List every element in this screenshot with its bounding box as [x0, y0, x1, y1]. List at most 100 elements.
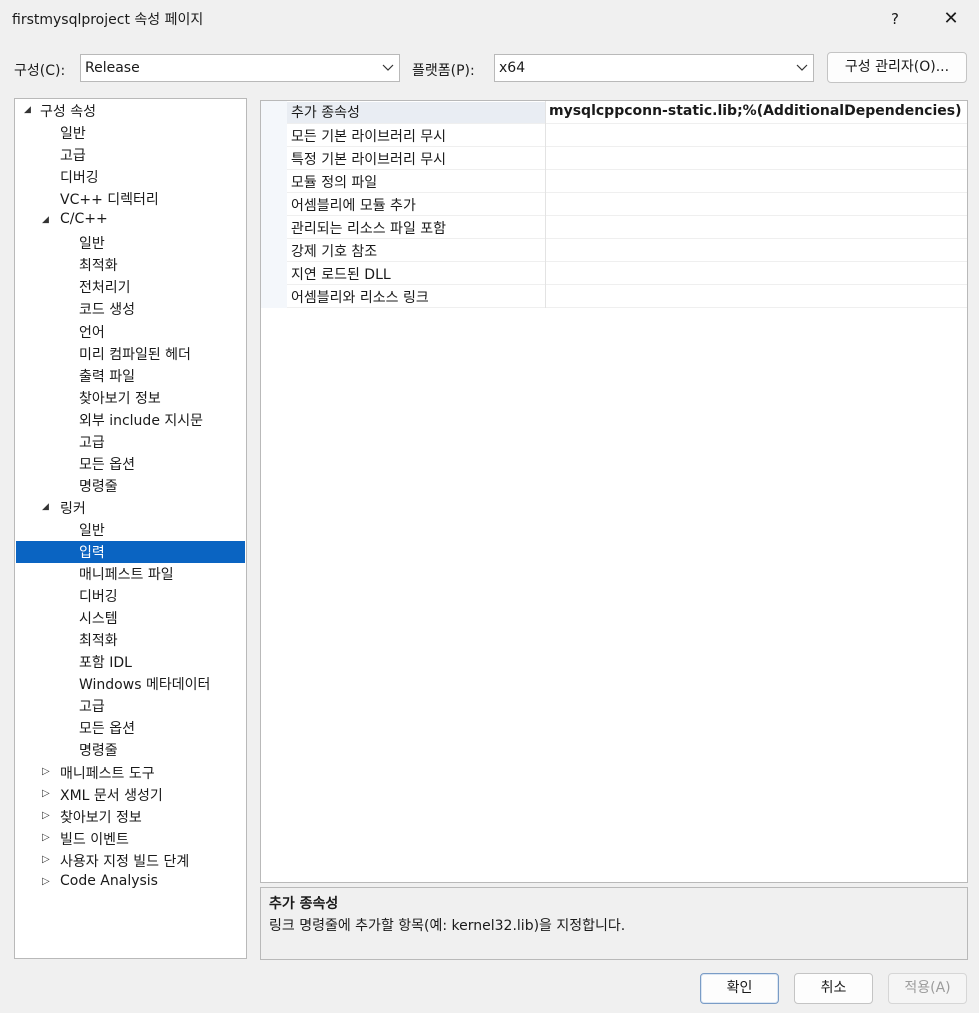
tree-item[interactable]: 명령줄 — [16, 739, 245, 761]
tree-item[interactable]: 최적화 — [16, 629, 245, 651]
property-tree[interactable]: ◢ 구성 속성 일반 고급 디버깅 VC++ 디렉터리 ◢ C/C++ 일반 최적화 전처리기 코드 … — [14, 98, 247, 959]
tree-item[interactable]: ▷ 찾아보기 정보 — [16, 806, 245, 828]
tree-item-label: 미리 컴파일된 헤더 — [79, 346, 191, 363]
property-row[interactable]: 추가 종속성 mysqlcppconn-static.lib;%(Addition… — [261, 101, 967, 124]
expand-arrow-icon[interactable]: ▷ — [42, 854, 52, 866]
tree-item-label: 언어 — [79, 324, 105, 341]
property-row[interactable]: 모듈 정의 파일 — [261, 170, 967, 193]
tree-item[interactable]: 입력 — [16, 541, 245, 563]
tree-item[interactable]: 포함 IDL — [16, 651, 245, 673]
tree-item[interactable]: 고급 — [16, 695, 245, 717]
tree-item[interactable]: 미리 컴파일된 헤더 — [16, 343, 245, 365]
tree-item[interactable]: ▷ XML 문서 생성기 — [16, 784, 245, 806]
tree-item-label: 찾아보기 정보 — [60, 809, 142, 826]
row-gutter — [261, 124, 287, 147]
column-divider — [545, 170, 546, 193]
expand-arrow-icon[interactable]: ▷ — [42, 876, 52, 888]
config-manager-button[interactable]: 구성 관리자(O)... — [827, 52, 967, 83]
row-gutter — [261, 101, 287, 124]
expand-arrow-icon[interactable]: ▷ — [42, 810, 52, 822]
help-button[interactable]: ? — [880, 5, 910, 33]
tree-item[interactable]: 모든 옵션 — [16, 717, 245, 739]
tree-item-label: 일반 — [60, 126, 86, 143]
property-row[interactable]: 모든 기본 라이브러리 무시 — [261, 124, 967, 147]
tree-item[interactable]: ▷ 빌드 이벤트 — [16, 828, 245, 850]
expand-arrow-icon[interactable]: ▷ — [42, 766, 52, 778]
tree-item[interactable]: Windows 메타데이터 — [16, 673, 245, 695]
chevron-down-icon — [796, 64, 808, 71]
tree-item-label: Windows 메타데이터 — [79, 677, 211, 694]
property-row[interactable]: 강제 기호 참조 — [261, 239, 967, 262]
config-value: Release — [85, 60, 140, 76]
tree-item[interactable]: 디버깅 — [16, 585, 245, 607]
tree-item-label: 구성 속성 — [40, 104, 96, 120]
tree-item-label: Code Analysis — [60, 872, 158, 889]
tree-item[interactable]: ▷ 사용자 지정 빌드 단계 — [16, 850, 245, 872]
tree-item[interactable]: 고급 — [16, 431, 245, 453]
tree-item-label: 모든 옵션 — [79, 456, 135, 473]
property-value[interactable]: mysqlcppconn-static.lib;%(AdditionalDepe… — [549, 103, 962, 119]
close-button[interactable]: ✕ — [936, 5, 966, 33]
row-gutter — [261, 262, 287, 285]
property-grid[interactable]: 추가 종속성 mysqlcppconn-static.lib;%(Addition… — [260, 100, 968, 883]
tree-item[interactable]: 고급 — [16, 144, 245, 166]
property-row[interactable]: 지연 로드된 DLL — [261, 262, 967, 285]
tree-item[interactable]: 일반 — [16, 122, 245, 144]
tree-item[interactable]: 일반 — [16, 519, 245, 541]
property-row[interactable]: 관리되는 리소스 파일 포함 — [261, 216, 967, 239]
tree-item[interactable]: ◢ 구성 속성 — [16, 100, 245, 122]
tree-item[interactable]: 전처리기 — [16, 276, 245, 298]
tree-item-label: 명령줄 — [79, 743, 118, 760]
property-row[interactable]: 특정 기본 라이브러리 무시 — [261, 147, 967, 170]
tree-item[interactable]: 디버깅 — [16, 166, 245, 188]
tree-item[interactable]: 명령줄 — [16, 475, 245, 497]
tree-item-label: 링커 — [60, 500, 86, 517]
tree-item[interactable]: 매니페스트 파일 — [16, 563, 245, 585]
tree-item[interactable]: 시스템 — [16, 607, 245, 629]
cancel-button[interactable]: 취소 — [794, 973, 873, 1004]
column-divider — [545, 216, 546, 239]
title-bar: firstmysqlproject 속성 페이지 ? ✕ — [0, 0, 979, 38]
tree-item[interactable]: 일반 — [16, 232, 245, 254]
tree-item[interactable]: ◢ C/C++ — [16, 210, 245, 232]
tree-item-label: 코드 생성 — [79, 302, 135, 319]
tree-item-label: XML 문서 생성기 — [60, 787, 163, 804]
property-row[interactable]: 어셈블리와 리소스 링크 — [261, 285, 967, 308]
description-text: 링크 명령줄에 추가할 항목(예: kernel32.lib)을 지정합니다. — [269, 918, 626, 934]
tree-item-label: 외부 include 지시문 — [79, 412, 204, 429]
apply-button[interactable]: 적용(A) — [888, 973, 967, 1004]
ok-button[interactable]: 확인 — [700, 973, 779, 1004]
tree-item-label: 입력 — [79, 545, 105, 561]
tree-item-label: 디버깅 — [60, 170, 99, 187]
tree-item[interactable]: ▷ 매니페스트 도구 — [16, 762, 245, 784]
config-dropdown[interactable]: Release — [80, 54, 400, 82]
tree-item[interactable]: ▷ Code Analysis — [16, 872, 245, 894]
tree-item-label: 고급 — [60, 148, 86, 165]
property-name: 모듈 정의 파일 — [291, 175, 378, 191]
tree-item[interactable]: 모든 옵션 — [16, 453, 245, 475]
tree-item[interactable]: 출력 파일 — [16, 365, 245, 387]
expand-arrow-icon[interactable]: ▷ — [42, 832, 52, 844]
column-divider — [545, 262, 546, 285]
collapse-arrow-icon[interactable]: ◢ — [42, 214, 52, 226]
property-name: 관리되는 리소스 파일 포함 — [291, 221, 447, 237]
property-name: 지연 로드된 DLL — [291, 267, 391, 283]
row-gutter — [261, 239, 287, 262]
tree-item-label: 일반 — [79, 522, 105, 539]
property-row[interactable]: 어셈블리에 모듈 추가 — [261, 193, 967, 216]
collapse-arrow-icon[interactable]: ◢ — [42, 501, 52, 513]
platform-label: 플랫폼(P): — [412, 63, 475, 79]
row-gutter — [261, 216, 287, 239]
tree-item[interactable]: 찾아보기 정보 — [16, 387, 245, 409]
tree-item[interactable]: ◢ 링커 — [16, 497, 245, 519]
tree-item[interactable]: 외부 include 지시문 — [16, 409, 245, 431]
tree-item[interactable]: 언어 — [16, 321, 245, 343]
collapse-arrow-icon[interactable]: ◢ — [24, 104, 34, 116]
tree-item-label: VC++ 디렉터리 — [60, 192, 159, 209]
platform-dropdown[interactable]: x64 — [494, 54, 814, 82]
expand-arrow-icon[interactable]: ▷ — [42, 788, 52, 800]
tree-item[interactable]: 코드 생성 — [16, 298, 245, 320]
tree-item[interactable]: VC++ 디렉터리 — [16, 188, 245, 210]
row-gutter — [261, 193, 287, 216]
tree-item[interactable]: 최적화 — [16, 254, 245, 276]
